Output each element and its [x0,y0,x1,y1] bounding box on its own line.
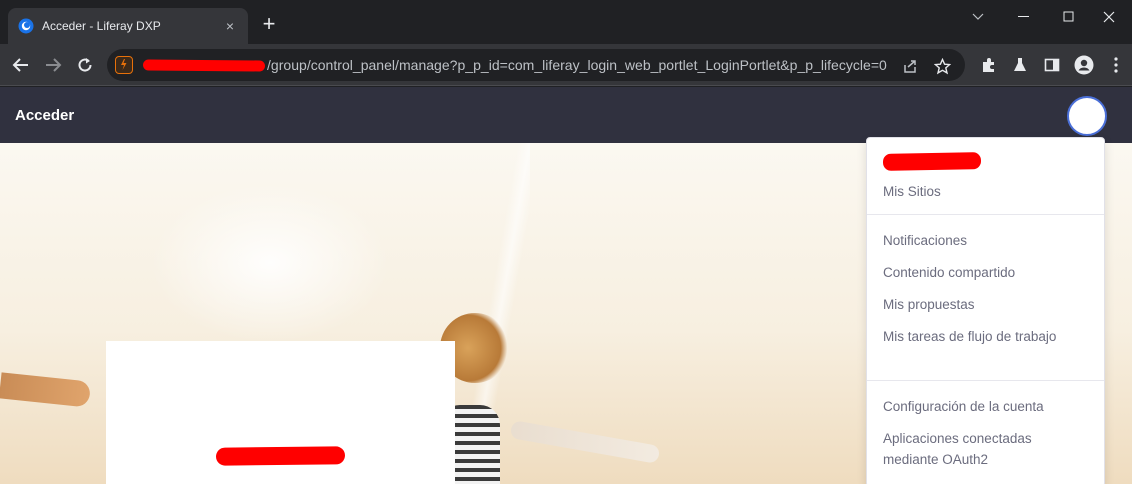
page-viewport: Acceder Mis Sitios Notificaciones Conten… [0,87,1132,484]
minimize-icon[interactable] [1001,6,1047,28]
menu-item-oauth-apps[interactable]: Aplicaciones conectadas mediante OAuth2 [883,428,1063,470]
liferay-favicon-icon [18,18,34,34]
bookmark-star-icon[interactable] [933,57,951,75]
reload-icon[interactable] [73,53,97,77]
side-panel-icon[interactable] [1040,53,1064,77]
hero-outstretched-arm-right [509,420,661,464]
hero-outstretched-arm-left [0,372,92,408]
login-card [106,341,455,484]
menu-divider [867,214,1104,215]
menu-divider [867,380,1104,381]
menu-item-notifications[interactable]: Notificaciones [883,230,1083,251]
redacted-user-name [882,152,982,171]
tab-title: Acceder - Liferay DXP [42,19,161,33]
user-dropdown-menu: Mis Sitios Notificaciones Contenido comp… [866,137,1105,484]
menu-item-my-sites[interactable]: Mis Sitios [883,181,1083,202]
forward-arrow-icon[interactable] [41,53,65,77]
site-info-icon[interactable] [115,56,133,74]
address-bar[interactable]: /group/control_panel/manage?p_p_id=com_l… [107,49,965,81]
browser-title-bar: Acceder - Liferay DXP × + [0,0,1132,44]
extensions-puzzle-icon[interactable] [977,53,1001,77]
browser-menu-icon[interactable] [1104,53,1128,77]
app-header: Acceder [0,87,1132,143]
redacted-login-title [215,446,346,466]
share-icon[interactable] [901,57,919,75]
page-title: Acceder [15,107,75,124]
user-avatar-button[interactable] [1067,96,1107,136]
tab-close-icon[interactable]: × [222,18,238,34]
labs-flask-icon[interactable] [1008,53,1032,77]
back-arrow-icon[interactable] [9,53,33,77]
profile-icon[interactable] [1072,53,1096,77]
menu-item-shared-content[interactable]: Contenido compartido [883,262,1083,283]
menu-item-my-workflow-tasks[interactable]: Mis tareas de flujo de trabajo [883,326,1058,347]
tab-search-icon[interactable] [955,6,1001,28]
close-window-icon[interactable] [1086,6,1132,28]
browser-toolbar: /group/control_panel/manage?p_p_id=com_l… [0,44,1132,86]
redacted-host [142,59,266,72]
hero-sun-glow [150,183,390,343]
new-tab-button[interactable]: + [258,13,280,36]
menu-item-account-settings[interactable]: Configuración de la cuenta [883,396,1083,417]
url-text[interactable]: /group/control_panel/manage?p_p_id=com_l… [267,57,887,73]
menu-item-my-proposals[interactable]: Mis propuestas [883,294,1083,315]
browser-tab[interactable]: Acceder - Liferay DXP × [8,8,248,44]
